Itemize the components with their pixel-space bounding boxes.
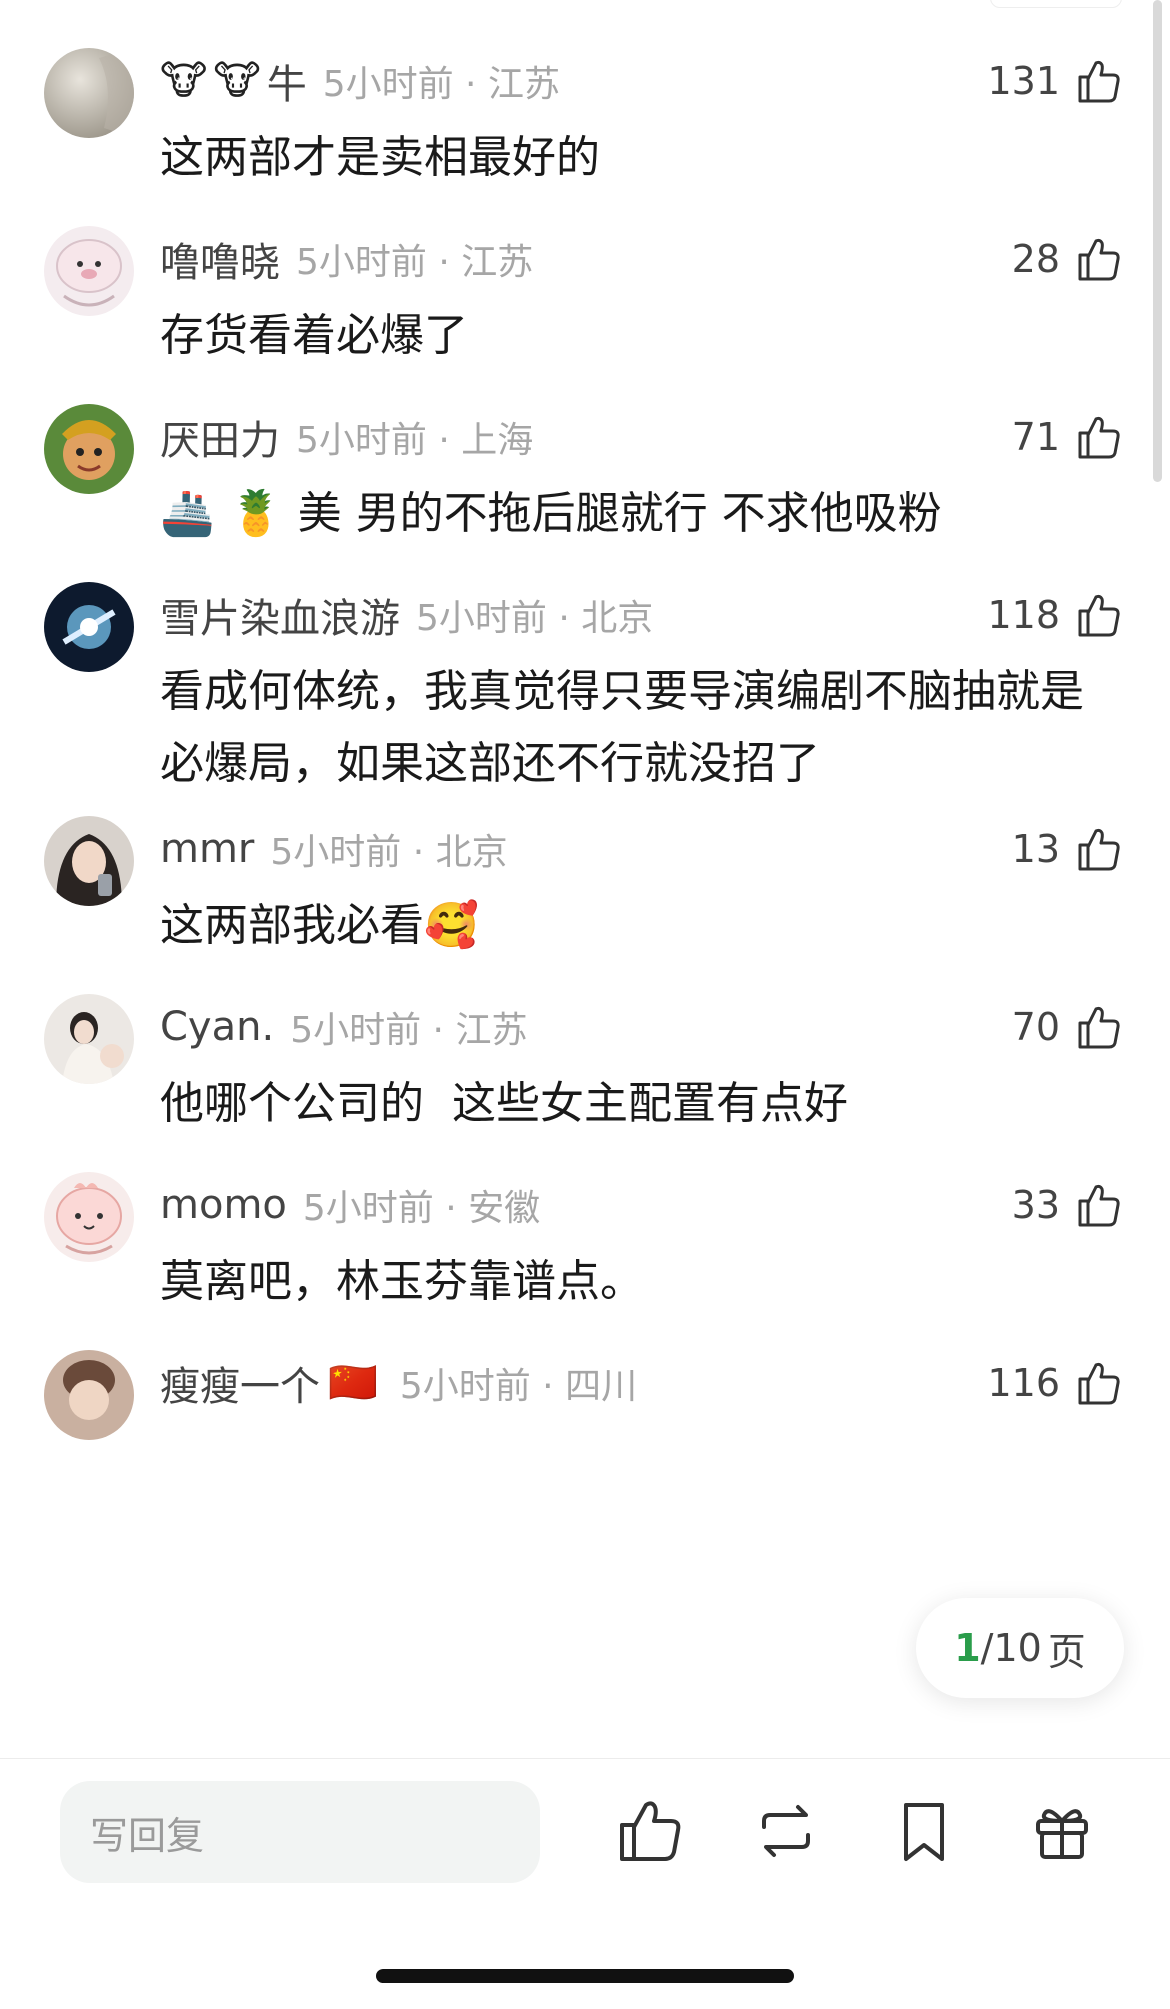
like-control[interactable]: 118 (987, 588, 1122, 642)
username[interactable]: Cyan. (160, 1004, 274, 1050)
thumbs-up-icon[interactable] (1074, 1003, 1122, 1051)
comment-time: 5小时前 · 江苏 (290, 1010, 528, 1051)
username[interactable]: 厌田力 (160, 408, 280, 466)
thumbs-up-icon[interactable] (1074, 825, 1122, 873)
comment-time: 5小时前 · 上海 (296, 420, 534, 461)
comment-list[interactable]: 🐮 🐮 牛 5小时前 · 江苏 131 这两部才是卖相最好的 噜噜晓 5小时前 … (0, 0, 1170, 1758)
avatar[interactable] (44, 404, 134, 494)
thumbs-up-icon[interactable] (1074, 1359, 1122, 1407)
comment-text: 这两部才是卖相最好的 (160, 132, 600, 183)
comment-meta: momo 5小时前 · 安徽 (160, 1180, 540, 1230)
like-count: 33 (1011, 1183, 1060, 1227)
like-control[interactable]: 28 (1012, 232, 1122, 286)
pineapple-emoji-icon: 🍍 (228, 488, 284, 539)
repost-icon[interactable] (750, 1795, 822, 1867)
username[interactable]: momo (160, 1182, 287, 1228)
comment-text: 他哪个公司的 这些女主配置有点好 (160, 1078, 848, 1129)
bookmark-icon[interactable] (888, 1795, 960, 1867)
like-count: 70 (1011, 1005, 1060, 1049)
comment-meta: mmr 5小时前 · 北京 (160, 824, 508, 874)
china-flag-icon: 🇨🇳 (328, 1360, 378, 1406)
username[interactable]: 雪片染血浪游 (160, 586, 400, 644)
gift-icon[interactable] (1026, 1795, 1098, 1867)
comment-time: 5小时前 · 江苏 (296, 242, 534, 283)
comment-text: 存货看着必爆了 (160, 310, 468, 361)
avatar[interactable] (44, 1172, 134, 1262)
total-pages: /10 (980, 1626, 1042, 1670)
like-control[interactable]: 131 (987, 54, 1122, 108)
comment-text: 莫离吧，林玉芬靠谱点。 (160, 1256, 644, 1307)
thumbs-up-icon[interactable] (1074, 1181, 1122, 1229)
comment-meta: 噜噜晓 5小时前 · 江苏 (160, 234, 534, 286)
comment-time: 5小时前 · 江苏 (322, 64, 560, 105)
like-count: 116 (987, 1361, 1060, 1405)
ship-emoji-icon: 🚢 (160, 488, 215, 539)
bottom-action-bar: 写回复 (0, 1758, 1170, 2009)
comment-time: 5小时前 · 北京 (270, 832, 508, 873)
comment-text: 看成何体统，我真觉得只要导演编剧不脑抽就是必爆局，如果这部还不行就没招了 (160, 666, 1084, 789)
page-indicator[interactable]: 1/10 页 (916, 1598, 1124, 1698)
avatar[interactable] (44, 582, 134, 672)
comment-meta: Cyan. 5小时前 · 江苏 (160, 1002, 527, 1052)
cow-emoji-icon: 🐮 (213, 58, 261, 104)
avatar[interactable] (44, 226, 134, 316)
thumbs-up-icon[interactable] (1074, 235, 1122, 283)
avatar[interactable] (44, 1350, 134, 1440)
username[interactable]: mmr (160, 826, 254, 872)
like-control[interactable]: 33 (1012, 1178, 1122, 1232)
avatar[interactable] (44, 48, 134, 138)
smiling-hearts-emoji-icon: 🥰 (424, 900, 479, 951)
like-count: 131 (987, 59, 1060, 103)
comment-meta: 厌田力 5小时前 · 上海 (160, 412, 534, 464)
comment-time: 5小时前 · 四川 (399, 1366, 638, 1407)
thumbs-up-icon[interactable] (612, 1795, 684, 1867)
comment-text: 🚢 🍍 美 男的不拖后腿就行 不求他吸粉 (160, 488, 942, 539)
comment-meta: 🐮 🐮 牛 5小时前 · 江苏 (160, 56, 560, 108)
username[interactable]: 噜噜晓 (160, 230, 280, 288)
scrollbar[interactable] (1153, 0, 1162, 482)
home-indicator[interactable] (376, 1969, 794, 1983)
thumbs-up-icon[interactable] (1074, 591, 1122, 639)
current-page: 1 (954, 1626, 981, 1670)
like-control[interactable]: 116 (987, 1356, 1122, 1410)
like-count: 71 (1011, 415, 1060, 459)
like-count: 13 (1011, 827, 1060, 871)
like-control[interactable]: 70 (1012, 1000, 1122, 1054)
avatar[interactable] (44, 816, 134, 906)
comment-time: 5小时前 · 安徽 (302, 1188, 541, 1229)
username[interactable]: 牛 (267, 52, 307, 110)
comment-time: 5小时前 · 北京 (416, 598, 654, 639)
thumbs-up-icon[interactable] (1074, 57, 1122, 105)
avatar[interactable] (44, 994, 134, 1084)
thumbs-up-icon[interactable] (1074, 413, 1122, 461)
cow-emoji-icon: 🐮 (160, 58, 208, 104)
like-count: 118 (987, 593, 1060, 637)
like-control[interactable]: 71 (1012, 410, 1122, 464)
comment-meta: 瘦瘦一个 🇨🇳 5小时前 · 四川 (160, 1358, 638, 1410)
reply-input[interactable]: 写回复 (60, 1781, 540, 1883)
comment-meta: 雪片染血浪游 5小时前 · 北京 (160, 590, 654, 642)
comment-text: 这两部我必看🥰 (160, 900, 479, 951)
like-control[interactable]: 13 (1012, 822, 1122, 876)
reply-placeholder: 写回复 (90, 1813, 205, 1858)
like-count: 28 (1011, 237, 1060, 281)
username[interactable]: 瘦瘦一个 (160, 1354, 320, 1412)
page-unit: 页 (1047, 1629, 1086, 1674)
